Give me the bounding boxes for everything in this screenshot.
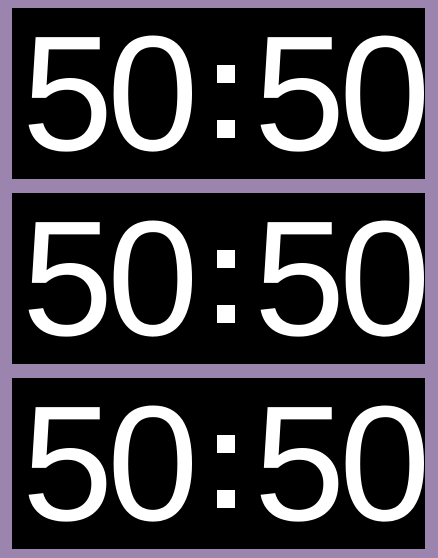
right-value: 50 [254, 8, 425, 179]
left-value: 50 [22, 378, 198, 549]
right-value: 50 [254, 378, 425, 549]
score-display-1: 50 50 [12, 8, 425, 179]
right-value: 50 [254, 193, 425, 364]
left-value: 50 [22, 193, 198, 364]
separator-dot-bottom [217, 120, 235, 138]
score-display-2: 50 50 [12, 193, 425, 364]
score-display-3: 50 50 [12, 378, 425, 549]
separator-dot-top [217, 435, 235, 453]
separator-dot-top [217, 250, 235, 268]
left-value: 50 [22, 8, 198, 179]
separator-dot-top [217, 65, 235, 83]
separator-dot-bottom [217, 490, 235, 508]
separator-dot-bottom [217, 305, 235, 323]
